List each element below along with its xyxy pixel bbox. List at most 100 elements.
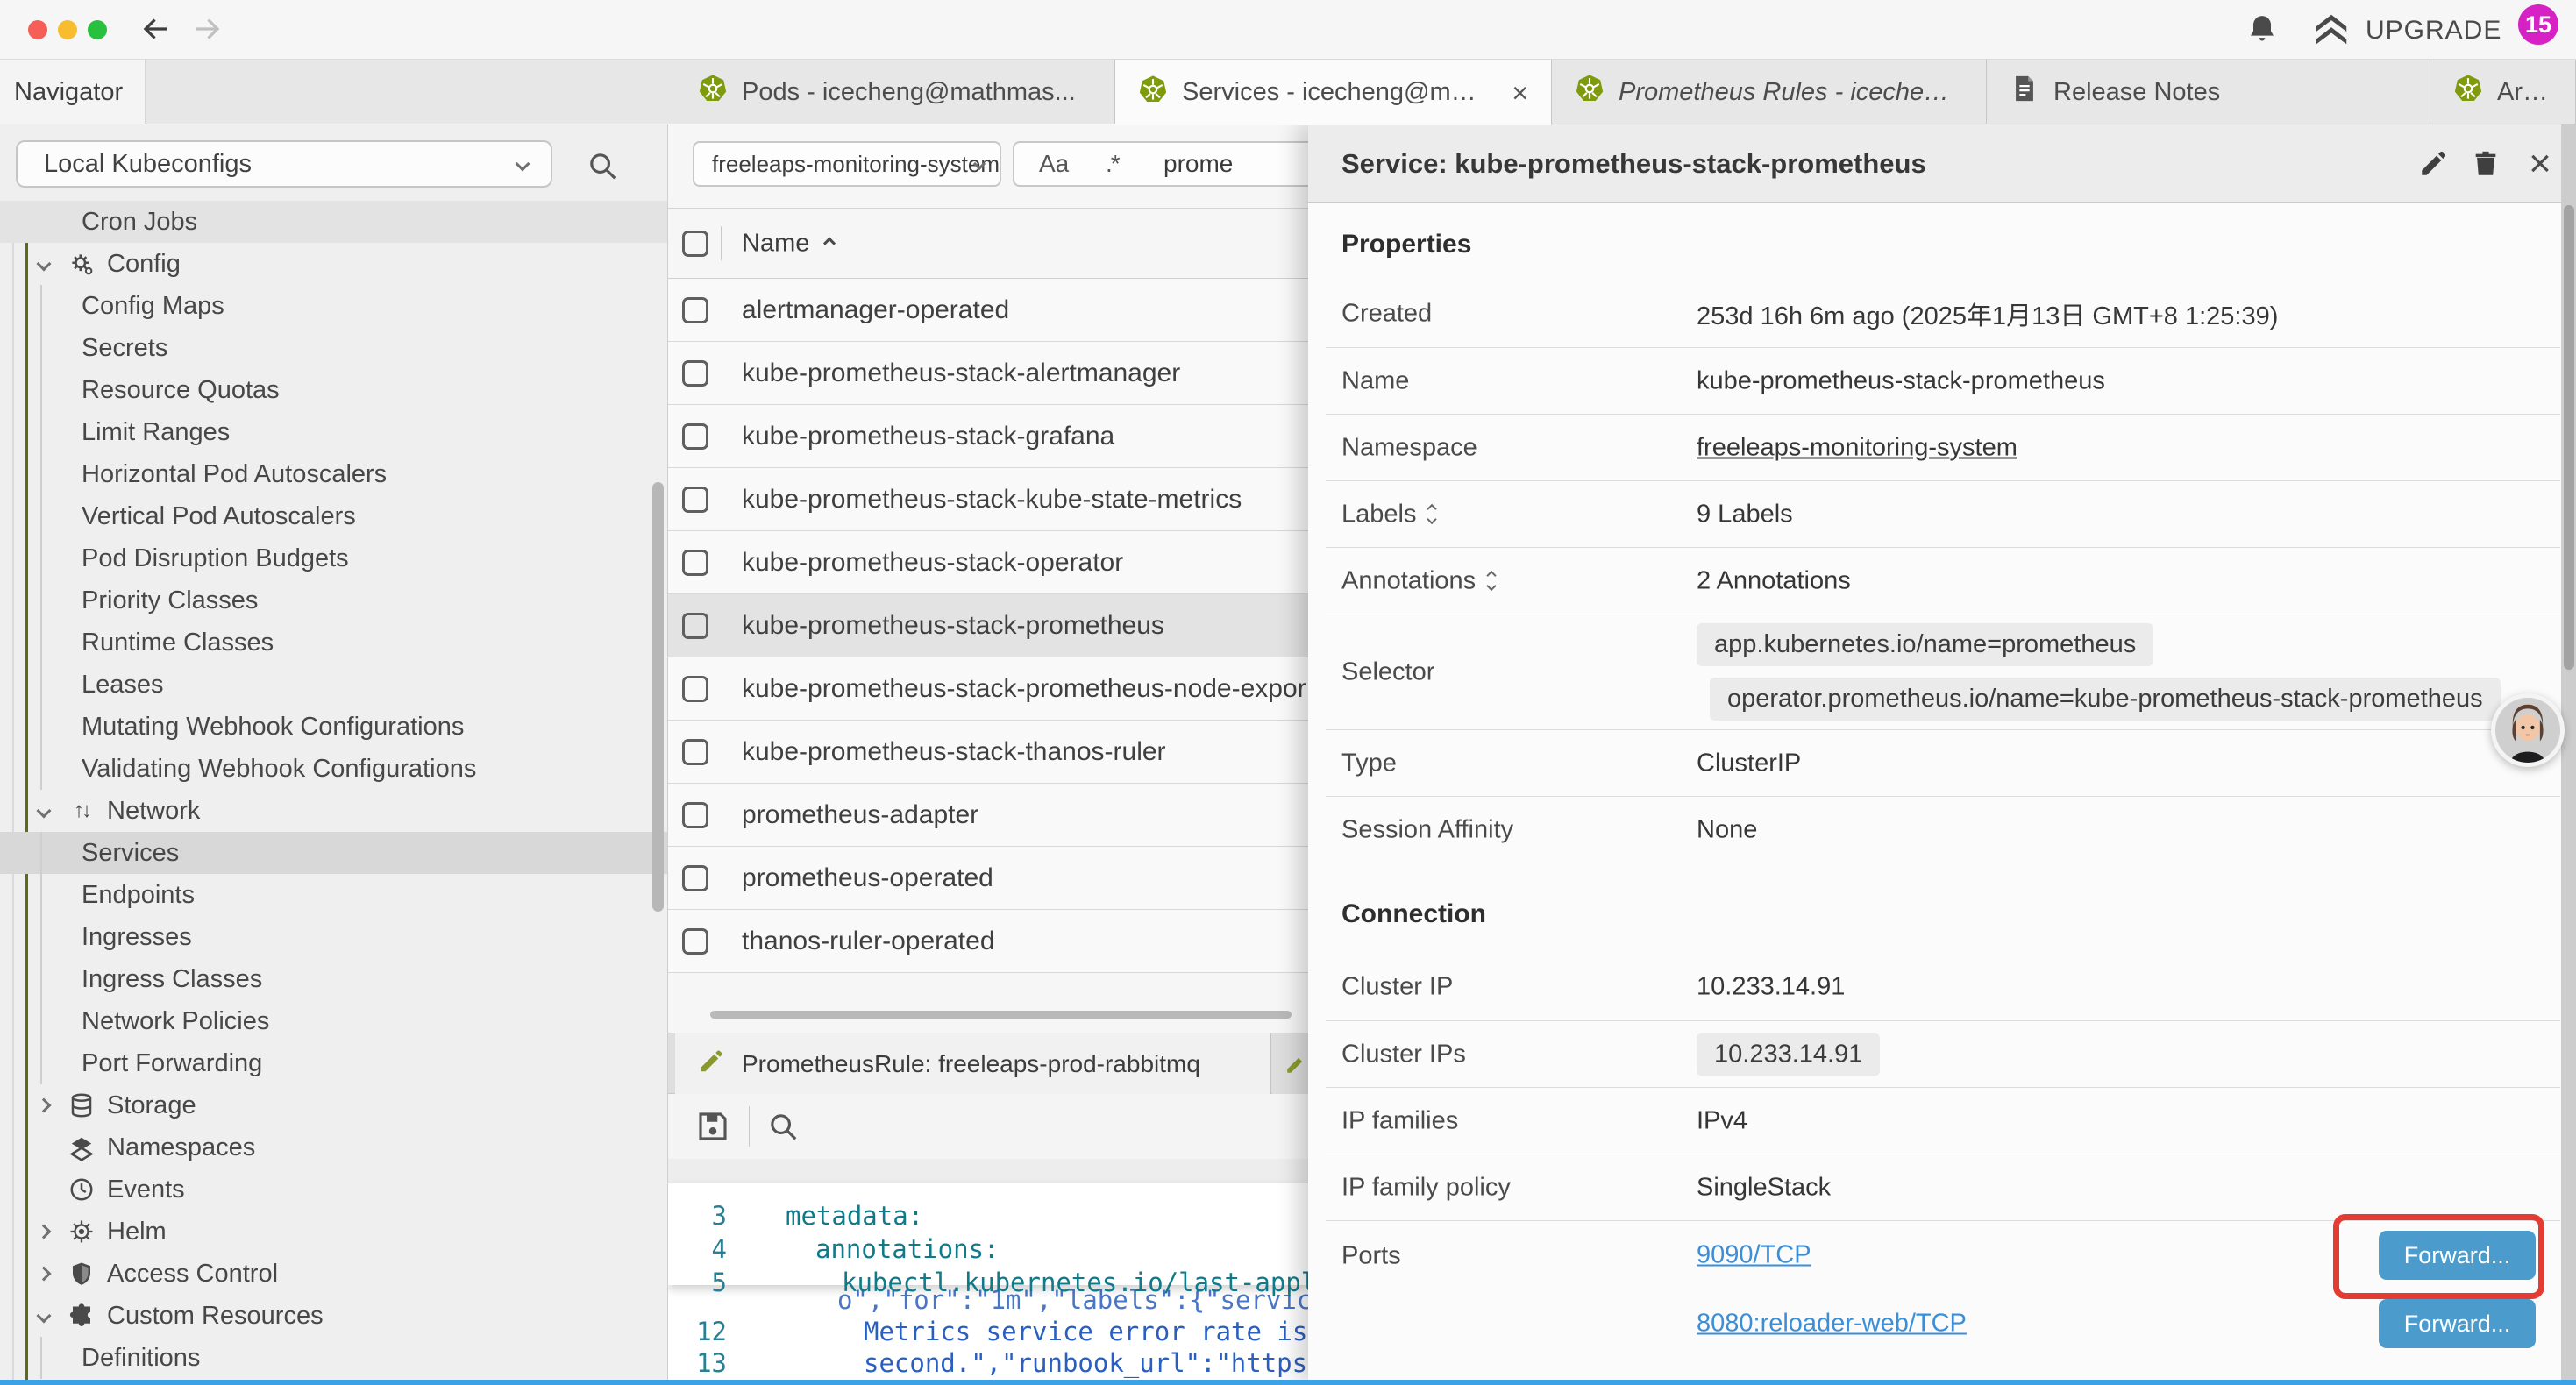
back-arrow-icon[interactable]: [140, 13, 172, 45]
chevron-right-icon[interactable]: [37, 1098, 52, 1113]
row-checkbox[interactable]: [682, 676, 708, 702]
sidebar-item-port-forwarding[interactable]: Port Forwarding: [0, 1042, 668, 1084]
row-checkbox[interactable]: [682, 739, 708, 765]
namespace-select[interactable]: freeleaps-monitoring-system: [693, 141, 1001, 187]
save-icon[interactable]: [694, 1108, 731, 1149]
close-icon[interactable]: ×: [2522, 146, 2558, 182]
table-row[interactable]: alertmanager-operated: [668, 279, 1308, 342]
row-checkbox[interactable]: [682, 928, 708, 955]
chevron-down-icon[interactable]: [37, 1309, 52, 1324]
sidebar-item-validating-webhook-configurations[interactable]: Validating Webhook Configurations: [0, 748, 668, 790]
port-link[interactable]: 8080:reloader-web/TCP: [1697, 1310, 1967, 1339]
tab-4[interactable]: Release Notes: [1987, 60, 2430, 124]
forward-arrow-icon[interactable]: [191, 13, 223, 45]
horizontal-scrollbar[interactable]: [710, 1011, 1292, 1019]
sidebar-item-network-policies[interactable]: Network Policies: [0, 1000, 668, 1042]
table-row[interactable]: kube-prometheus-stack-prometheus-node-ex…: [668, 657, 1308, 721]
upgrade-label[interactable]: UPGRADE: [2366, 16, 2501, 46]
sidebar-item-horizontal-pod-autoscalers[interactable]: Horizontal Pod Autoscalers: [0, 453, 668, 495]
sidebar-item-services[interactable]: Services: [0, 832, 668, 874]
table-row[interactable]: kube-prometheus-stack-grafana: [668, 405, 1308, 468]
sidebar-item-events[interactable]: Events: [0, 1168, 668, 1211]
tab-1[interactable]: Pods - icecheng@mathmas...: [675, 60, 1115, 124]
forward-button[interactable]: Forward...: [2379, 1299, 2536, 1348]
editor-search-icon[interactable]: [766, 1110, 800, 1147]
navigator-search-icon[interactable]: [586, 149, 619, 187]
select-all-checkbox[interactable]: [682, 231, 708, 257]
sidebar-item-priority-classes[interactable]: Priority Classes: [0, 579, 668, 621]
row-checkbox[interactable]: [682, 423, 708, 450]
tab-2[interactable]: Services - icecheng@math...×: [1115, 60, 1552, 125]
navigator-scrollbar[interactable]: [652, 482, 664, 912]
sidebar-item-mutating-webhook-configurations[interactable]: Mutating Webhook Configurations: [0, 706, 668, 748]
sidebar-item-ingress-classes[interactable]: Ingress Classes: [0, 958, 668, 1000]
chevron-right-icon[interactable]: [37, 1225, 52, 1239]
sort-updown-icon[interactable]: [1428, 506, 1435, 523]
sidebar-item-ingresses[interactable]: Ingresses: [0, 916, 668, 958]
chevron-down-icon[interactable]: [37, 804, 52, 819]
sidebar-item-config[interactable]: Config: [0, 243, 668, 285]
table-row[interactable]: kube-prometheus-stack-prometheus: [668, 594, 1308, 657]
sidebar-item-resource-quotas[interactable]: Resource Quotas: [0, 369, 668, 411]
match-case-icon[interactable]: Aa: [1039, 150, 1069, 178]
table-row[interactable]: prometheus-adapter: [668, 784, 1308, 847]
sidebar-item-cron-jobs[interactable]: Cron Jobs: [0, 201, 668, 243]
tab-3[interactable]: Prometheus Rules - icecheng...: [1552, 60, 1987, 124]
sidebar-item-helm[interactable]: Helm: [0, 1211, 668, 1253]
notification-count-badge[interactable]: 15: [2518, 4, 2558, 45]
sidebar-item-leases[interactable]: Leases: [0, 664, 668, 706]
port-link[interactable]: 9090/TCP: [1697, 1241, 1811, 1270]
row-checkbox[interactable]: [682, 360, 708, 387]
sidebar-item-namespaces[interactable]: Namespaces: [0, 1126, 668, 1168]
chevron-down-icon[interactable]: [37, 257, 52, 272]
table-row[interactable]: kube-prometheus-stack-kube-state-metrics: [668, 468, 1308, 531]
table-row[interactable]: kube-prometheus-stack-alertmanager: [668, 342, 1308, 405]
sidebar-item-network[interactable]: ↑↓Network: [0, 790, 668, 832]
table-row[interactable]: kube-prometheus-stack-operator: [668, 531, 1308, 594]
row-checkbox[interactable]: [682, 487, 708, 513]
row-checkbox[interactable]: [682, 802, 708, 828]
sidebar-item-storage[interactable]: Storage: [0, 1084, 668, 1126]
row-checkbox[interactable]: [682, 865, 708, 891]
row-checkbox[interactable]: [682, 297, 708, 323]
window-close-button[interactable]: [28, 20, 47, 39]
sidebar-item-custom-resources[interactable]: Custom Resources: [0, 1295, 668, 1337]
yaml-editor[interactable]: 3metadata:4annotations:5kubectl.kubernet…: [668, 1183, 1308, 1385]
table-row[interactable]: thanos-ruler-operated: [668, 910, 1308, 973]
drawer-scrollbar-thumb[interactable]: [2564, 205, 2574, 670]
sidebar-item-endpoints[interactable]: Endpoints: [0, 874, 668, 916]
table-row[interactable]: prometheus-operated: [668, 847, 1308, 910]
sort-ascending-icon[interactable]: [823, 237, 836, 249]
window-minimize-button[interactable]: [58, 20, 77, 39]
delete-trash-icon[interactable]: [2467, 146, 2504, 182]
editor-tab-prometheusrule[interactable]: PrometheusRule: freeleaps-prod-rabbitmq: [675, 1033, 1271, 1095]
sidebar-item-secrets[interactable]: Secrets: [0, 327, 668, 369]
window-zoom-button[interactable]: [88, 20, 107, 39]
regex-icon[interactable]: .*: [1106, 150, 1119, 178]
sidebar-item-pod-disruption-budgets[interactable]: Pod Disruption Budgets: [0, 537, 668, 579]
upgrade-chevrons-icon[interactable]: [2311, 11, 2352, 55]
navigator-panel-tab[interactable]: Navigator: [0, 60, 146, 124]
sidebar-item-vertical-pod-autoscalers[interactable]: Vertical Pod Autoscalers: [0, 495, 668, 537]
edit-pencil-icon[interactable]: [2415, 146, 2451, 182]
user-avatar[interactable]: [2491, 693, 2565, 767]
sidebar-item-config-maps[interactable]: Config Maps: [0, 285, 668, 327]
tab-close-icon[interactable]: ×: [1512, 79, 1528, 107]
list-search-input[interactable]: Aa .* prome: [1013, 141, 1308, 187]
code-link[interactable]: https://net: [1231, 1346, 1308, 1382]
kubeconfig-select[interactable]: Local Kubeconfigs: [16, 140, 552, 188]
drawer-scrollbar-track[interactable]: [2561, 124, 2576, 1385]
namespace-link[interactable]: freeleaps-monitoring-system: [1697, 433, 2017, 462]
tab-5[interactable]: Argo Se: [2430, 60, 2576, 124]
row-checkbox[interactable]: [682, 613, 708, 639]
chevron-right-icon[interactable]: [37, 1267, 52, 1282]
sidebar-item-limit-ranges[interactable]: Limit Ranges: [0, 411, 668, 453]
table-row[interactable]: kube-prometheus-stack-thanos-ruler: [668, 721, 1308, 784]
row-checkbox[interactable]: [682, 550, 708, 576]
sidebar-item-runtime-classes[interactable]: Runtime Classes: [0, 621, 668, 664]
notifications-bell-icon[interactable]: [2245, 12, 2280, 52]
editor-tab-partial[interactable]: [1272, 1033, 1308, 1095]
name-column-header[interactable]: Name: [742, 229, 809, 258]
sidebar-item-access-control[interactable]: Access Control: [0, 1253, 668, 1295]
sidebar-item-definitions[interactable]: Definitions: [0, 1337, 668, 1379]
